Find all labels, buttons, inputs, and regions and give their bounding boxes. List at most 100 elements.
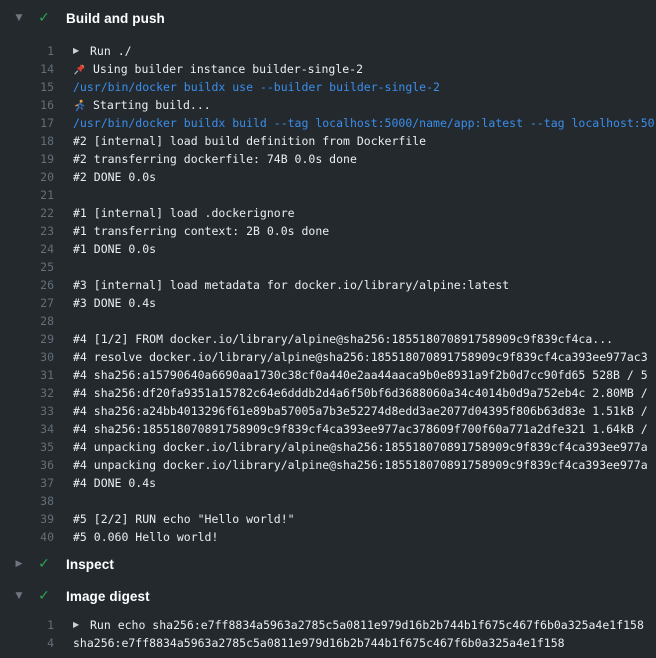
log-line: 29 #4 [1/2] FROM docker.io/library/alpine… — [0, 330, 656, 348]
log-text: #2 [internal] load build definition from… — [73, 132, 426, 150]
log-text: #2 DONE 0.0s — [73, 168, 156, 186]
pushpin-icon — [73, 63, 86, 76]
line-number[interactable]: 34 — [0, 420, 54, 438]
line-body — [73, 186, 656, 204]
log-line: 20 #2 DONE 0.0s — [0, 168, 656, 186]
line-number[interactable]: 32 — [0, 384, 54, 402]
log-line: 25 — [0, 258, 656, 276]
log-line: 14 Using builder instance builder-single-… — [0, 60, 656, 78]
line-number[interactable]: 37 — [0, 474, 54, 492]
log-line: 28 — [0, 312, 656, 330]
line-number[interactable]: 19 — [0, 150, 54, 168]
line-number[interactable]: 30 — [0, 348, 54, 366]
line-body: #2 [internal] load build definition from… — [73, 132, 656, 150]
log-section-image-digest: ▼✓Image digest1▶Run echo sha256:e7ff8834… — [0, 582, 656, 652]
line-body: #4 unpacking docker.io/library/alpine@sh… — [73, 438, 656, 456]
log-text: Run echo sha256:e7ff8834a5963a2785c5a081… — [90, 616, 644, 634]
line-number[interactable]: 15 — [0, 78, 54, 96]
line-body — [73, 492, 656, 510]
log-line: 33 #4 sha256:a24bb4013296f61e89ba57005a7b… — [0, 402, 656, 420]
line-number[interactable]: 25 — [0, 258, 54, 276]
log-text: #4 resolve docker.io/library/alpine@sha2… — [73, 348, 648, 366]
log-line: 22#1 [internal] load .dockerignore — [0, 204, 656, 222]
log-line: 15/usr/bin/docker buildx use --builder b… — [0, 78, 656, 96]
line-body: /usr/bin/docker buildx use --builder bui… — [73, 78, 656, 96]
line-number[interactable]: 39 — [0, 510, 54, 528]
run-expand-icon[interactable]: ▶ — [73, 616, 83, 634]
line-number[interactable]: 24 — [0, 240, 54, 258]
section-lines-build-and-push: 1 ▶ Run ./ 14 Using builder instance builder… — [0, 36, 656, 546]
log-text: sha256:e7ff8834a5963a2785c5a0811e979d16b… — [73, 634, 565, 652]
line-number[interactable]: 35 — [0, 438, 54, 456]
section-lines-image-digest: 1 ▶ Run echo sha256:e7ff8834a5963a2785c5a0… — [0, 610, 656, 652]
chevron-down-icon: ▼ — [13, 13, 25, 23]
line-body: #4 sha256:df20fa9351a15782c64e6dddb2d4a6… — [73, 384, 656, 402]
line-body: #4 [1/2] FROM docker.io/library/alpine@s… — [73, 330, 656, 348]
line-body — [73, 258, 656, 276]
line-number[interactable]: 31 — [0, 366, 54, 384]
line-number[interactable]: 16 — [0, 96, 54, 114]
log-text: #4 DONE 0.4s — [73, 474, 156, 492]
log-line: 4 sha256:e7ff8834a5963a2785c5a0811e979d16… — [0, 634, 656, 652]
log-line: 23 #1 transferring context: 2B 0.0s done — [0, 222, 656, 240]
log-section-inspect: ▶✓Inspect — [0, 550, 656, 578]
line-number[interactable]: 17 — [0, 114, 54, 132]
line-number[interactable]: 14 — [0, 60, 54, 78]
line-body: ▶ Run echo sha256:e7ff8834a5963a2785c5a08… — [73, 616, 656, 634]
log-line: 24 #1 DONE 0.0s — [0, 240, 656, 258]
line-number[interactable]: 22 — [0, 204, 54, 222]
success-check-icon: ✓ — [37, 588, 51, 604]
log-line: 37 #4 DONE 0.4s — [0, 474, 656, 492]
line-body: #4 resolve docker.io/library/alpine@sha2… — [73, 348, 656, 366]
line-body: #4 sha256:a24bb4013296f61e89ba57005a7b3e… — [73, 402, 656, 420]
section-label: Image digest — [66, 589, 150, 604]
line-body: #1 DONE 0.0s — [73, 240, 656, 258]
line-number[interactable]: 40 — [0, 528, 54, 546]
chevron-right-icon: ▶ — [13, 559, 25, 569]
line-body: sha256:e7ff8834a5963a2785c5a0811e979d16b… — [73, 634, 656, 652]
line-body: #4 sha256:185518070891758909c9f839cf4ca3… — [73, 420, 656, 438]
log-line: 16 Starting build... — [0, 96, 656, 114]
line-number[interactable]: 33 — [0, 402, 54, 420]
line-number[interactable]: 1 — [0, 616, 54, 634]
log-text: Run ./ — [90, 42, 132, 60]
section-header-inspect[interactable]: ▶✓Inspect — [0, 550, 656, 578]
log-line: 40#5 0.060 Hello world! — [0, 528, 656, 546]
log-text: #4 sha256:a24bb4013296f61e89ba57005a7b3e… — [73, 402, 648, 420]
line-number[interactable]: 4 — [0, 634, 54, 652]
log-line: 21 — [0, 186, 656, 204]
line-number[interactable]: 38 — [0, 492, 54, 510]
log-text: #4 [1/2] FROM docker.io/library/alpine@s… — [73, 330, 613, 348]
log-line: 26#3 [internal] load metadata for docker… — [0, 276, 656, 294]
log-line: 31 #4 sha256:a15790640a6690aa1730c38cf0a4… — [0, 366, 656, 384]
log-line: 38 — [0, 492, 656, 510]
log-text-command: /usr/bin/docker buildx build --tag local… — [73, 114, 655, 132]
log-line: 34 #4 sha256:185518070891758909c9f839cf4c… — [0, 420, 656, 438]
line-body: Starting build... — [73, 96, 656, 114]
line-body: #5 [2/2] RUN echo "Hello world!" — [73, 510, 656, 528]
line-body: #1 transferring context: 2B 0.0s done — [73, 222, 656, 240]
line-number[interactable]: 21 — [0, 186, 54, 204]
line-number[interactable]: 26 — [0, 276, 54, 294]
line-number[interactable]: 27 — [0, 294, 54, 312]
line-body: ▶ Run ./ — [73, 42, 656, 60]
log-sections: ▼✓Build and push1▶Run ./14Using builder … — [0, 0, 656, 652]
log-text: #3 DONE 0.4s — [73, 294, 156, 312]
success-check-icon: ✓ — [37, 10, 51, 26]
line-number[interactable]: 1 — [0, 42, 54, 60]
log-line: 32 #4 sha256:df20fa9351a15782c64e6dddb2d4… — [0, 384, 656, 402]
section-header-image-digest[interactable]: ▼✓Image digest — [0, 582, 656, 610]
line-number[interactable]: 36 — [0, 456, 54, 474]
runner-icon — [73, 99, 86, 112]
log-text: #1 DONE 0.0s — [73, 240, 156, 258]
line-number[interactable]: 20 — [0, 168, 54, 186]
run-expand-icon[interactable]: ▶ — [73, 42, 83, 60]
line-number[interactable]: 18 — [0, 132, 54, 150]
section-header-build-and-push[interactable]: ▼✓Build and push — [0, 0, 656, 36]
line-number[interactable]: 29 — [0, 330, 54, 348]
log-line: 1 ▶ Run ./ — [0, 42, 656, 60]
log-text: #4 sha256:a15790640a6690aa1730c38cf0a440… — [73, 366, 648, 384]
line-number[interactable]: 28 — [0, 312, 54, 330]
line-number[interactable]: 23 — [0, 222, 54, 240]
line-body: Using builder instance builder-single-2 — [73, 60, 656, 78]
